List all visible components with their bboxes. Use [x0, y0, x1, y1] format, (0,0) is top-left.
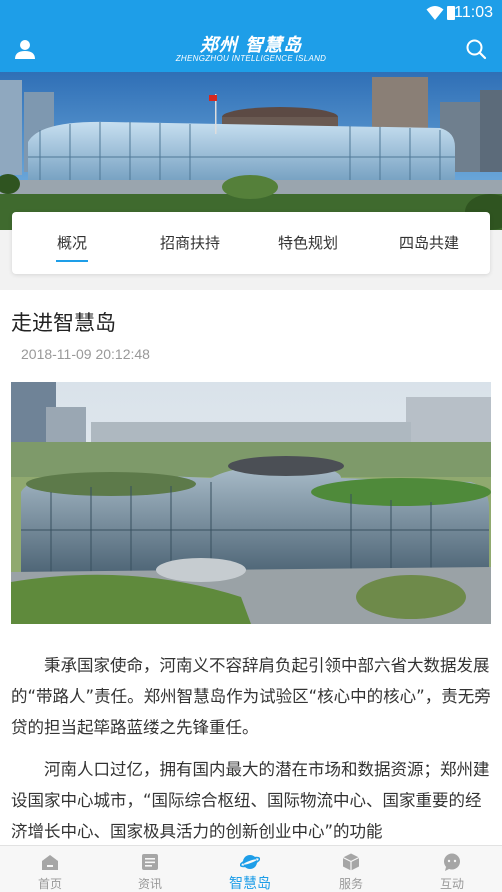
article-image[interactable] — [11, 382, 491, 624]
chat-icon — [444, 853, 460, 871]
status-bar: 11:03 — [0, 0, 502, 28]
nav-island-label: 智慧岛 — [229, 876, 271, 892]
nav-island[interactable]: 智慧岛 — [200, 846, 300, 892]
article: 走进智慧岛 2018-11-09 20:12:48 秉承国家使命，河南义不容辞肩… — [0, 290, 502, 845]
nav-news[interactable]: 资讯 — [100, 846, 200, 892]
nav-interaction[interactable]: 互动 — [402, 846, 502, 892]
planet-icon — [240, 855, 260, 869]
wifi-icon — [426, 6, 444, 20]
banner-image[interactable] — [0, 72, 502, 230]
article-paragraph: 秉承国家使命，河南义不容辞肩负起引领中部六省大数据发展的“带路人”责任。郑州智慧… — [11, 656, 491, 737]
nav-service[interactable]: 服务 — [301, 846, 401, 892]
search-icon[interactable] — [464, 37, 488, 61]
app-subtitle: ZHENGZHOU INTELLIGENCE ISLAND — [175, 54, 327, 63]
box-icon — [342, 853, 360, 871]
article-date: 2018-11-09 20:12:48 — [21, 346, 150, 362]
tab-planning[interactable]: 特色规划 — [258, 232, 358, 253]
article-paragraph: 河南人口过亿，拥有国内最大的潜在市场和数据资源；郑州建设国家中心城市，“国际综合… — [11, 760, 490, 841]
category-tabs: 概况 招商扶持 特色规划 四岛共建 — [12, 212, 490, 274]
tab-investment[interactable]: 招商扶持 — [140, 232, 240, 253]
home-icon — [42, 855, 58, 870]
banner-illustration — [0, 72, 502, 230]
bottom-nav: 首页 资讯 智慧岛 服务 互动 — [0, 845, 502, 892]
article-illustration — [11, 382, 491, 624]
app-header: 郑州 智慧岛 ZHENGZHOU INTELLIGENCE ISLAND — [0, 28, 502, 72]
status-time: 11:03 — [454, 4, 493, 21]
nav-service-label: 服务 — [338, 877, 363, 891]
nav-home-label: 首页 — [37, 877, 62, 891]
nav-interaction-label: 互动 — [439, 877, 464, 891]
tab-overview[interactable]: 概况 — [22, 232, 122, 262]
nav-news-label: 资讯 — [137, 877, 162, 891]
tab-co-construction[interactable]: 四岛共建 — [379, 232, 479, 253]
news-icon — [142, 854, 158, 870]
nav-home[interactable]: 首页 — [0, 846, 100, 892]
article-title: 走进智慧岛 — [11, 311, 116, 335]
